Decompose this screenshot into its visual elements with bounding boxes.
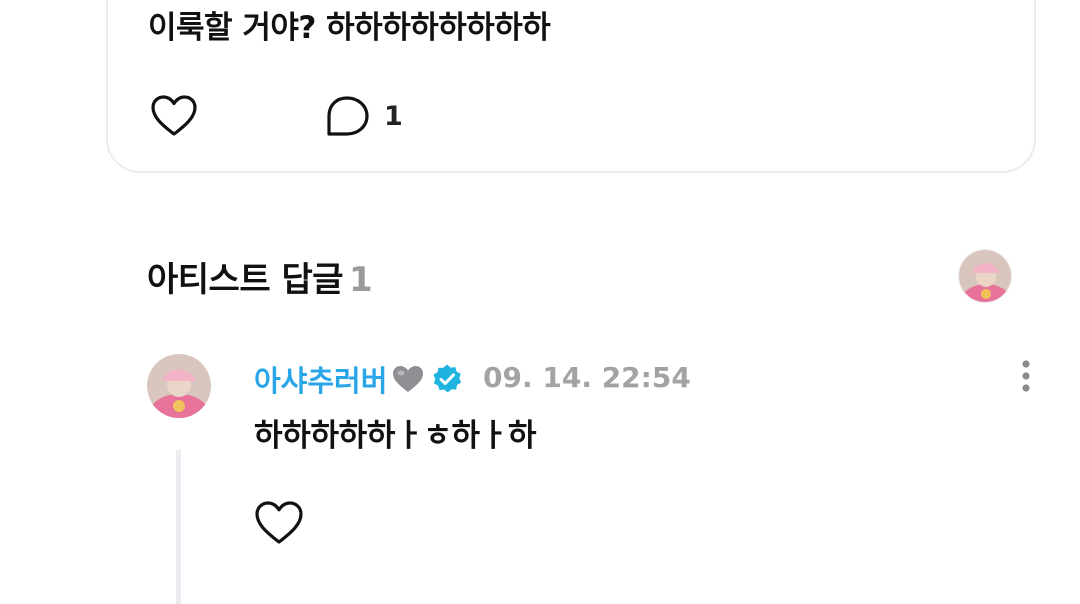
heart-outline-icon [255, 501, 303, 544]
thread-line [176, 450, 181, 604]
artist-replies-label: 아티스트 답글 [147, 260, 344, 300]
more-options-button[interactable] [1010, 356, 1042, 396]
artist-replies-title: 아티스트 답글 1 [147, 252, 373, 301]
artist-avatar-header[interactable] [958, 249, 1012, 303]
speech-bubble-icon [327, 96, 369, 136]
heart-outline-icon [151, 95, 197, 136]
post-comment-button[interactable] [323, 94, 371, 138]
grey-heart-icon [391, 364, 425, 394]
reply-timestamp: 09. 14. 22:54 [483, 361, 691, 394]
more-vertical-icon [1022, 360, 1030, 392]
artist-reply-screen: 이룩할 거야? 하하하하하하하하 1 아티스트 답글 1 아샤추러버 09. 1… [0, 0, 1080, 604]
post-like-button[interactable] [150, 94, 198, 138]
artist-replies-count: 1 [349, 260, 373, 300]
reply-text: 하하하하하ㅏㅎ하ㅏ하 [254, 418, 537, 454]
post-text: 이룩할 거야? 하하하하하하하하 [148, 10, 551, 46]
post-comment-count: 1 [384, 101, 403, 132]
reply-author-avatar[interactable] [147, 354, 211, 418]
verified-badge-icon [431, 363, 463, 395]
reply-author-row: 아샤추러버 [254, 358, 463, 400]
reply-like-button[interactable] [254, 500, 304, 546]
reply-author-name[interactable]: 아샤추러버 [254, 358, 387, 400]
